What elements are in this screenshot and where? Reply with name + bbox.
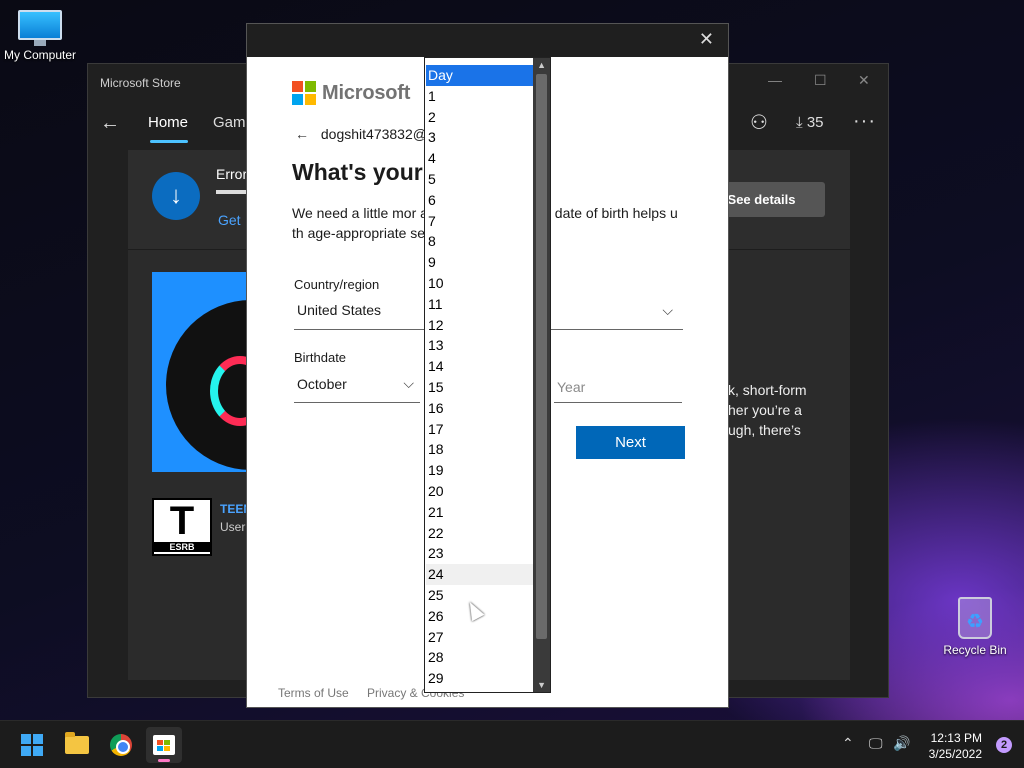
esrb-rating-icon: T ESRB	[152, 498, 212, 556]
day-option[interactable]: 21	[426, 502, 533, 523]
month-value: October	[297, 376, 347, 392]
download-circle-icon: ↓	[152, 172, 200, 220]
desktop-icon-label: My Computer	[3, 48, 77, 62]
clock[interactable]: 12:13 PM 3/25/2022	[929, 730, 982, 762]
day-option[interactable]: 1	[426, 86, 533, 107]
day-option[interactable]: 4	[426, 148, 533, 169]
store-bag-icon	[153, 735, 175, 755]
day-option[interactable]: 29	[426, 668, 533, 689]
microsoft-wordmark: Microsoft	[322, 81, 411, 104]
day-option[interactable]: 20	[426, 481, 533, 502]
scroll-up-icon[interactable]: ▲	[537, 60, 546, 70]
day-option[interactable]: 2	[426, 107, 533, 128]
network-icon[interactable]: 🖵	[869, 735, 883, 752]
month-select[interactable]: October ⌵	[294, 371, 420, 403]
download-icon: ⤓	[796, 114, 803, 131]
close-icon[interactable]: ✕	[858, 72, 870, 89]
computer-icon	[18, 10, 62, 46]
more-options-icon[interactable]: ···	[853, 110, 876, 133]
description-line: her you’re a	[728, 402, 802, 418]
downloads-count: 35	[806, 114, 824, 131]
notification-badge[interactable]: 2	[996, 737, 1012, 753]
back-arrow-icon[interactable]: ←	[100, 112, 120, 135]
day-option[interactable]: 10	[426, 273, 533, 294]
day-option[interactable]: Day	[426, 65, 533, 86]
description-line: ugh, there’s	[728, 422, 801, 438]
desktop-icon-recycle-bin[interactable]: ♻ Recycle Bin	[935, 597, 1015, 657]
day-option[interactable]: 11	[426, 294, 533, 315]
account-back-link[interactable]: ← dogshit473832@	[295, 126, 427, 142]
chevron-down-icon: ⌵	[662, 302, 673, 318]
clock-date: 3/25/2022	[928, 747, 982, 761]
recycle-bin-icon: ♻	[958, 597, 992, 639]
terms-link[interactable]: Terms of Use	[278, 686, 349, 700]
app-description: k, short-form her you’re a ugh, there’s	[728, 380, 807, 440]
desktop-icon-label: Recycle Bin	[943, 643, 1007, 657]
day-option[interactable]: 23	[426, 543, 533, 564]
day-option[interactable]: 27	[426, 627, 533, 648]
day-option[interactable]: 17	[426, 419, 533, 440]
add-account-icon[interactable]: ⚇	[750, 110, 768, 135]
maximize-icon[interactable]: ☐	[814, 72, 827, 89]
microsoft-logo: Microsoft	[292, 81, 410, 105]
day-dropdown-list[interactable]: ▲ ▼ Day 1 2 3 4 5 6 7 8 9 10 11 12 13 14 15 16 17 18 19 20 21…	[424, 57, 551, 693]
tab-home[interactable]: Home	[148, 114, 188, 131]
chrome-button[interactable]	[103, 727, 139, 763]
microsoft-squares-icon	[292, 81, 316, 105]
store-window-title: Microsoft Store	[100, 76, 181, 90]
chevron-up-icon[interactable]: ⌃	[842, 735, 854, 752]
day-option[interactable]: 12	[426, 315, 533, 336]
folder-icon	[65, 732, 89, 754]
dialog-close-icon[interactable]: ✕	[699, 29, 714, 50]
error-title: Error	[216, 166, 248, 182]
desktop-icon-my-computer[interactable]: My Computer	[0, 10, 80, 62]
active-app-indicator	[158, 759, 170, 762]
day-option[interactable]: 18	[426, 439, 533, 460]
year-input[interactable]	[554, 371, 682, 403]
chevron-down-icon: ⌵	[403, 375, 414, 391]
description-line: k, short-form	[728, 382, 807, 398]
scroll-down-icon[interactable]: ▼	[537, 680, 546, 690]
tab-gaming[interactable]: Gami	[213, 114, 249, 131]
dialog-titlebar: ✕	[247, 24, 728, 57]
day-option[interactable]: 24	[426, 564, 533, 586]
file-explorer-button[interactable]	[59, 727, 95, 763]
error-link[interactable]: Get	[218, 212, 241, 228]
volume-icon[interactable]: 🔊	[893, 735, 910, 752]
day-option[interactable]: 3	[426, 127, 533, 148]
day-option[interactable]: 25	[426, 585, 533, 606]
scrollbar-thumb[interactable]	[536, 74, 547, 639]
day-option[interactable]: 9	[426, 252, 533, 273]
country-value: United States	[297, 302, 382, 318]
clock-time: 12:13 PM	[930, 731, 982, 745]
day-option[interactable]: 28	[426, 647, 533, 668]
taskbar: ⌃ 🖵 🔊 12:13 PM 3/25/2022 2	[0, 720, 1024, 768]
day-option[interactable]: 8	[426, 231, 533, 252]
dropdown-scrollbar[interactable]: ▲ ▼	[533, 58, 550, 692]
rating-sub: User	[220, 520, 246, 534]
account-email: dogshit473832@	[320, 126, 427, 142]
start-button[interactable]	[14, 727, 50, 763]
minimize-icon[interactable]: —	[768, 72, 782, 88]
day-option[interactable]: 22	[426, 523, 533, 544]
tab-active-indicator	[150, 140, 188, 143]
birthdate-label: Birthdate	[294, 350, 347, 365]
downloads-button[interactable]: ⤓ 35	[796, 114, 824, 131]
back-arrow-icon: ←	[295, 126, 309, 142]
day-option[interactable]: 7	[426, 211, 533, 232]
dialog-heading: What's your	[292, 159, 423, 185]
day-option[interactable]: 19	[426, 460, 533, 481]
store-taskbar-button[interactable]	[146, 727, 182, 763]
windows-logo-icon	[21, 734, 43, 756]
day-option[interactable]: 15	[426, 377, 533, 398]
day-option[interactable]: 16	[426, 398, 533, 419]
day-option[interactable]: 14	[426, 356, 533, 377]
day-option[interactable]: 5	[426, 169, 533, 190]
day-option[interactable]: 13	[426, 335, 533, 356]
chrome-icon	[110, 734, 132, 756]
country-label: Country/region	[294, 277, 380, 292]
day-option[interactable]: 6	[426, 190, 533, 211]
next-button[interactable]: Next	[576, 426, 685, 459]
